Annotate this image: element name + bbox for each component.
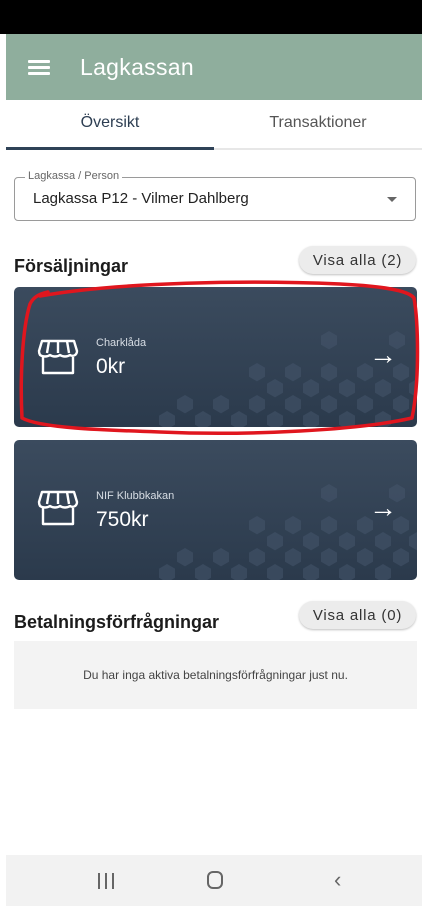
show-all-payments-button[interactable]: Visa alla (0): [299, 601, 416, 629]
show-all-sales-button[interactable]: Visa alla (2): [299, 246, 416, 274]
android-nav-bar: ‹: [6, 855, 422, 906]
select-value: Lagkassa P12 - Vilmer Dahlberg: [33, 190, 249, 207]
dropdown-caret-icon: [387, 197, 397, 202]
sales-item-amount: 750kr: [96, 508, 149, 531]
tab-oversikt[interactable]: Översikt: [6, 100, 214, 146]
sales-card-nif-klubbkakan[interactable]: NIF Klubbkakan 750kr →: [14, 440, 417, 580]
sales-item-name: NIF Klubbkakan: [96, 490, 175, 502]
recents-icon[interactable]: [98, 873, 114, 889]
shop-icon: [37, 339, 79, 375]
back-icon[interactable]: ‹: [334, 869, 341, 891]
tab-bar: Översikt Transaktioner: [6, 100, 422, 150]
tab-transaktioner[interactable]: Transaktioner: [214, 100, 422, 146]
payments-empty-state: Du har inga aktiva betalningsförfrågning…: [14, 641, 417, 709]
menu-icon[interactable]: [28, 58, 52, 76]
home-icon[interactable]: [207, 871, 223, 889]
sales-card-charklada[interactable]: Charklåda 0kr →: [14, 287, 417, 427]
lagkassa-person-select[interactable]: Lagkassa / Person Lagkassa P12 - Vilmer …: [14, 170, 416, 221]
shop-icon: [37, 490, 79, 526]
sales-item-name: Charklåda: [96, 337, 147, 349]
sales-item-amount: 0kr: [96, 355, 126, 378]
app-title: Lagkassan: [80, 53, 194, 80]
arrow-right-icon: →: [369, 492, 397, 523]
hexagon-pattern: [159, 484, 417, 580]
app-bar: Lagkassan: [6, 34, 422, 100]
payments-section-title: Betalningsförfrågningar: [14, 612, 220, 632]
empty-state-text: Du har inga aktiva betalningsförfrågning…: [83, 668, 348, 682]
active-tab-indicator: [6, 147, 214, 150]
arrow-right-icon: →: [369, 339, 397, 370]
hexagon-pattern: [159, 331, 417, 427]
status-bar: [0, 0, 422, 34]
sales-section-title: Försäljningar: [14, 256, 129, 276]
select-label: Lagkassa / Person: [25, 170, 123, 182]
